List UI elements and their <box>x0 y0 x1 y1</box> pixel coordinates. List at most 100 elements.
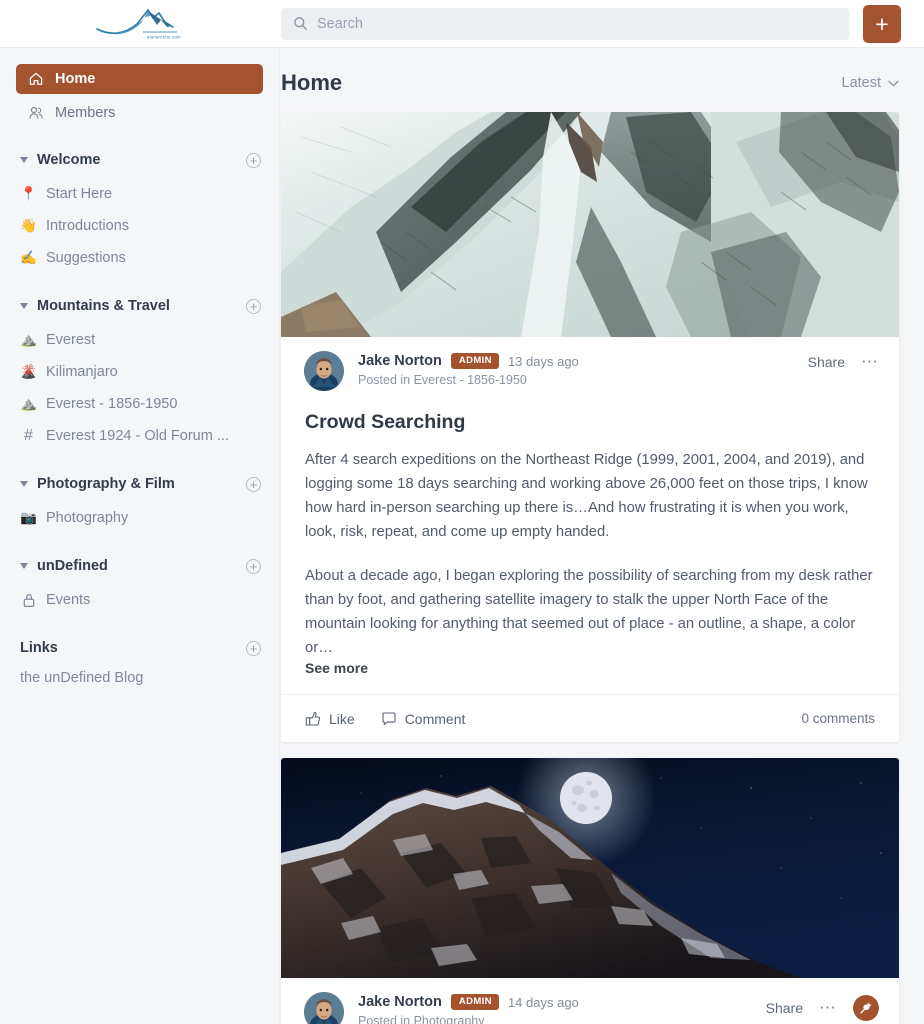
post-header: Jake Norton ADMIN 14 days ago Posted in … <box>281 978 899 1024</box>
sidebar-item-everest[interactable]: ⛰️ Everest <box>16 324 263 356</box>
sidebar-section-mountains-travel: Mountains & Travel + ⛰️ Everest 🌋 Kilima… <box>16 294 263 452</box>
sidebar-item-events[interactable]: Events <box>16 584 263 616</box>
post-body: After 4 search expeditions on the Northe… <box>281 434 899 660</box>
sidebar: Home Members Welcome + 📍 Start Here 👋 In… <box>0 48 280 1024</box>
sidebar-item-suggestions[interactable]: ✍️ Suggestions <box>16 242 263 274</box>
post-channel[interactable]: Posted in Everest - 1856-1950 <box>358 373 808 387</box>
post-hero-image[interactable] <box>281 758 899 978</box>
mountain-emoji-icon: ⛰️ <box>20 332 37 348</box>
page-title: Home <box>281 70 343 95</box>
share-button[interactable]: Share <box>808 354 845 370</box>
sidebar-item-start-here-label: Start Here <box>46 186 113 202</box>
post-title[interactable]: Crowd Searching <box>281 391 899 434</box>
section-title-undefined: unDefined <box>37 558 108 574</box>
ellipsis-icon[interactable]: ⋯ <box>861 353 879 370</box>
avatar[interactable] <box>304 351 344 391</box>
sidebar-section-undefined: unDefined + Events <box>16 554 263 616</box>
post-card: Jake Norton ADMIN 13 days ago Posted in … <box>281 112 899 742</box>
chevron-down-icon <box>888 80 899 86</box>
thumbs-up-icon <box>305 711 321 726</box>
sidebar-item-start-here[interactable]: 📍 Start Here <box>16 178 263 210</box>
add-channel-button-welcome[interactable]: + <box>246 152 261 168</box>
post-author[interactable]: Jake Norton <box>358 994 442 1010</box>
section-header-welcome[interactable]: Welcome + <box>16 148 263 172</box>
add-channel-button-undefined[interactable]: + <box>246 558 261 574</box>
section-header-undefined[interactable]: unDefined + <box>16 554 263 578</box>
sidebar-section-welcome: Welcome + 📍 Start Here 👋 Introductions ✍… <box>16 148 263 274</box>
writing-hand-emoji-icon: ✍️ <box>20 250 37 266</box>
post-footer: Like Comment 0 comments <box>281 694 899 742</box>
pin-icon <box>860 1002 872 1014</box>
sidebar-item-photography-label: Photography <box>46 510 129 526</box>
hash-icon: # <box>24 427 33 444</box>
home-icon <box>29 72 43 85</box>
logo[interactable]: alanarnette.com <box>0 0 280 48</box>
add-channel-button-photography-film[interactable]: + <box>246 476 261 492</box>
mountain-emoji-icon: ⛰️ <box>20 396 37 412</box>
post-author[interactable]: Jake Norton <box>358 353 442 369</box>
sidebar-item-everest-1856-1950-label: Everest - 1856-1950 <box>46 396 178 412</box>
status-badge: ADMIN <box>450 994 499 1010</box>
ellipsis-icon[interactable]: ⋯ <box>819 999 837 1016</box>
sidebar-item-home[interactable]: Home <box>16 64 263 94</box>
lock-icon <box>20 593 37 608</box>
post-paragraph: About a decade ago, I began exploring th… <box>305 568 873 656</box>
post-timestamp: 13 days ago <box>507 353 579 369</box>
caret-down-icon[interactable] <box>20 157 28 163</box>
share-button[interactable]: Share <box>766 1000 803 1016</box>
sidebar-item-introductions[interactable]: 👋 Introductions <box>16 210 263 242</box>
plus-icon: + <box>875 10 889 37</box>
search-area: + <box>280 4 924 43</box>
search-icon <box>294 17 307 30</box>
add-channel-button-mountains-travel[interactable]: + <box>246 298 261 314</box>
sidebar-link-undefined-blog[interactable]: the unDefined Blog <box>16 666 263 690</box>
avatar[interactable] <box>304 992 344 1024</box>
like-button[interactable]: Like <box>305 711 355 727</box>
add-link-button[interactable]: + <box>246 640 261 656</box>
sidebar-item-suggestions-label: Suggestions <box>46 250 126 266</box>
top-bar: alanarnette.com + <box>0 0 924 48</box>
section-header-photography-film[interactable]: Photography & Film + <box>16 472 263 496</box>
sidebar-item-kilimanjaro[interactable]: 🌋 Kilimanjaro <box>16 356 263 388</box>
status-badge: ADMIN <box>450 353 499 369</box>
sidebar-item-everest-1924-old-forum[interactable]: # Everest 1924 - Old Forum ... <box>16 420 263 452</box>
members-icon <box>29 106 43 119</box>
add-button[interactable]: + <box>863 4 901 43</box>
caret-down-icon[interactable] <box>20 481 28 487</box>
sidebar-primary-nav: Home Members <box>16 64 263 128</box>
waving-hand-emoji-icon: 👋 <box>20 218 37 234</box>
sidebar-item-home-label: Home <box>55 71 96 87</box>
sort-dropdown-label: Latest <box>841 75 882 91</box>
comment-icon <box>382 711 396 725</box>
post-header: Jake Norton ADMIN 13 days ago Posted in … <box>281 337 899 391</box>
comment-button[interactable]: Comment <box>381 711 465 727</box>
comments-count[interactable]: 0 comments <box>801 711 875 726</box>
sidebar-item-events-label: Events <box>46 592 91 608</box>
sidebar-item-everest-1856-1950[interactable]: ⛰️ Everest - 1856-1950 <box>16 388 263 420</box>
sidebar-item-members[interactable]: Members <box>16 97 263 128</box>
sidebar-item-photography[interactable]: 📷 Photography <box>16 502 263 534</box>
post-header-actions: Share ⋯ <box>808 351 879 370</box>
logo-wordmark: alanarnette.com <box>147 34 181 39</box>
section-title-welcome: Welcome <box>37 152 101 168</box>
search-box[interactable] <box>281 7 849 40</box>
post-paragraph: After 4 search expeditions on the Northe… <box>305 452 868 540</box>
caret-down-icon[interactable] <box>20 563 28 569</box>
pinned-badge[interactable] <box>853 995 879 1021</box>
see-more-button[interactable]: See more <box>281 660 392 694</box>
section-header-links[interactable]: Links + <box>16 636 263 660</box>
post-meta: Jake Norton ADMIN 14 days ago Posted in … <box>358 992 766 1024</box>
volcano-emoji-icon: 🌋 <box>20 364 37 380</box>
sidebar-section-photography-film: Photography & Film + 📷 Photography <box>16 472 263 534</box>
section-header-mountains-travel[interactable]: Mountains & Travel + <box>16 294 263 318</box>
post-channel[interactable]: Posted in Photography <box>358 1014 766 1024</box>
search-input[interactable] <box>317 15 837 32</box>
sidebar-item-kilimanjaro-label: Kilimanjaro <box>46 364 118 380</box>
sidebar-item-members-label: Members <box>55 104 116 121</box>
sort-dropdown[interactable]: Latest <box>842 75 900 91</box>
caret-down-icon[interactable] <box>20 303 28 309</box>
sidebar-item-introductions-label: Introductions <box>46 218 130 234</box>
camera-emoji-icon: 📷 <box>20 510 37 526</box>
sidebar-item-everest-label: Everest <box>46 332 96 348</box>
post-hero-image[interactable] <box>281 112 899 337</box>
